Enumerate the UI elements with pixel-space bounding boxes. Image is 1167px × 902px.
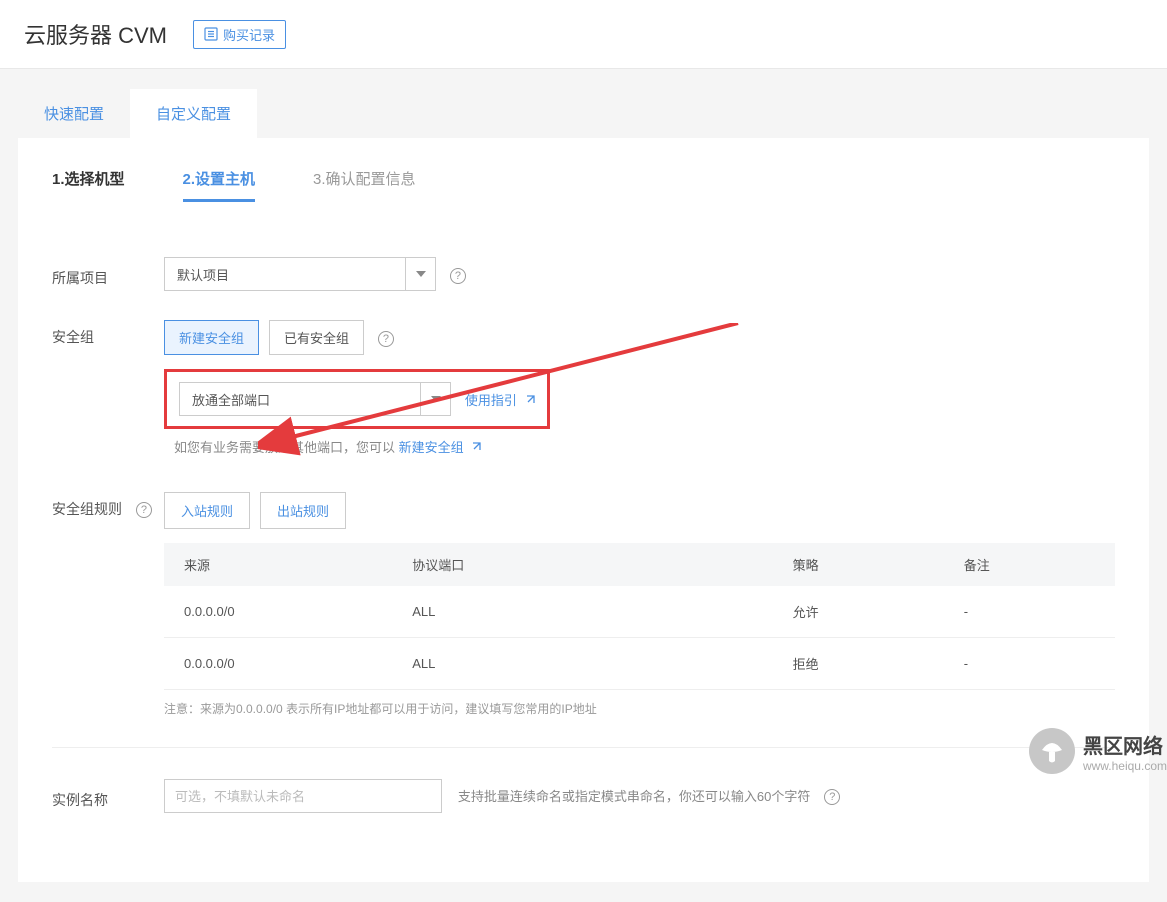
mushroom-icon — [1029, 728, 1075, 774]
watermark-url: www.heiqu.com — [1083, 759, 1167, 773]
tab-outbound-rules[interactable]: 出站规则 — [260, 492, 346, 529]
rules-note: 注意：来源为0.0.0.0/0 表示所有IP地址都可以用于访问，建议填写您常用的… — [164, 700, 1115, 717]
project-row: 所属项目 默认项目 ? — [52, 256, 1115, 292]
chevron-down-icon — [405, 258, 435, 290]
step-setup-host[interactable]: 2.设置主机 — [183, 168, 256, 202]
rules-table: 来源 协议端口 策略 备注 0.0.0.0/0 ALL 允许 - — [164, 543, 1115, 690]
page-header: 云服务器 CVM 购买记录 — [0, 0, 1167, 69]
tab-custom-config[interactable]: 自定义配置 — [130, 89, 257, 138]
project-select[interactable]: 默认项目 — [164, 257, 436, 291]
watermark: 黑区网络 www.heiqu.com — [1029, 728, 1167, 774]
divider — [52, 747, 1115, 748]
th-source: 来源 — [164, 543, 392, 586]
help-icon[interactable]: ? — [136, 502, 152, 518]
list-icon — [204, 27, 218, 41]
help-icon[interactable]: ? — [378, 331, 394, 347]
port-rule-value: 放通全部端口 — [180, 390, 420, 409]
existing-security-group-button[interactable]: 已有安全组 — [269, 320, 364, 355]
config-panel: 1.选择机型 2.设置主机 3.确认配置信息 所属项目 默认项目 ? 安全组 新… — [18, 138, 1149, 882]
security-rules-row: 安全组规则 ? 入站规则 出站规则 来源 协议端口 策略 备注 — [52, 492, 1115, 717]
highlight-annotation: 放通全部端口 使用指引 — [164, 369, 550, 429]
new-security-group-button[interactable]: 新建安全组 — [164, 320, 259, 355]
page-title: 云服务器 CVM — [24, 18, 167, 50]
tab-quick-config[interactable]: 快速配置 — [18, 89, 130, 138]
table-row: 0.0.0.0/0 ALL 允许 - — [164, 586, 1115, 638]
table-row: 0.0.0.0/0 ALL 拒绝 - — [164, 638, 1115, 690]
security-group-hint: 如您有业务需要放通其他端口，您可以 新建安全组 — [174, 437, 1115, 456]
external-link-icon — [524, 395, 535, 406]
th-protocol: 协议端口 — [392, 543, 772, 586]
project-selected-value: 默认项目 — [165, 265, 405, 284]
step-confirm[interactable]: 3.确认配置信息 — [313, 168, 416, 202]
security-group-row: 安全组 新建安全组 已有安全组 ? 放通全部端口 使用指引 — [52, 320, 1115, 456]
project-label: 所属项目 — [52, 261, 164, 288]
security-group-toggle: 新建安全组 已有安全组 — [164, 320, 364, 355]
record-button-label: 购买记录 — [223, 25, 275, 44]
step-select-model[interactable]: 1.选择机型 — [52, 168, 125, 202]
instance-name-label: 实例名称 — [52, 783, 164, 810]
create-security-group-link[interactable]: 新建安全组 — [399, 440, 482, 455]
usage-guide-link[interactable]: 使用指引 — [465, 393, 535, 408]
help-icon[interactable]: ? — [450, 268, 466, 284]
wizard-steps: 1.选择机型 2.设置主机 3.确认配置信息 — [52, 168, 1115, 208]
th-policy: 策略 — [773, 543, 944, 586]
tab-inbound-rules[interactable]: 入站规则 — [164, 492, 250, 529]
th-remark: 备注 — [944, 543, 1115, 586]
watermark-brand: 黑区网络 — [1083, 730, 1167, 759]
external-link-icon — [470, 442, 481, 453]
purchase-record-button[interactable]: 购买记录 — [193, 20, 286, 49]
instance-name-hint: 支持批量连续命名或指定模式串命名，你还可以输入60个字符 — [458, 789, 810, 804]
instance-name-input[interactable] — [164, 779, 442, 813]
config-mode-tabs: 快速配置 自定义配置 — [18, 89, 1149, 138]
chevron-down-icon — [420, 383, 450, 415]
instance-name-row: 实例名称 支持批量连续命名或指定模式串命名，你还可以输入60个字符 ? — [52, 778, 1115, 814]
table-header-row: 来源 协议端口 策略 备注 — [164, 543, 1115, 586]
security-rules-label: 安全组规则 ? — [52, 492, 164, 519]
port-rule-select[interactable]: 放通全部端口 — [179, 382, 451, 416]
security-group-label: 安全组 — [52, 320, 164, 347]
rule-direction-tabs: 入站规则 出站规则 — [164, 492, 346, 529]
help-icon[interactable]: ? — [824, 789, 840, 805]
